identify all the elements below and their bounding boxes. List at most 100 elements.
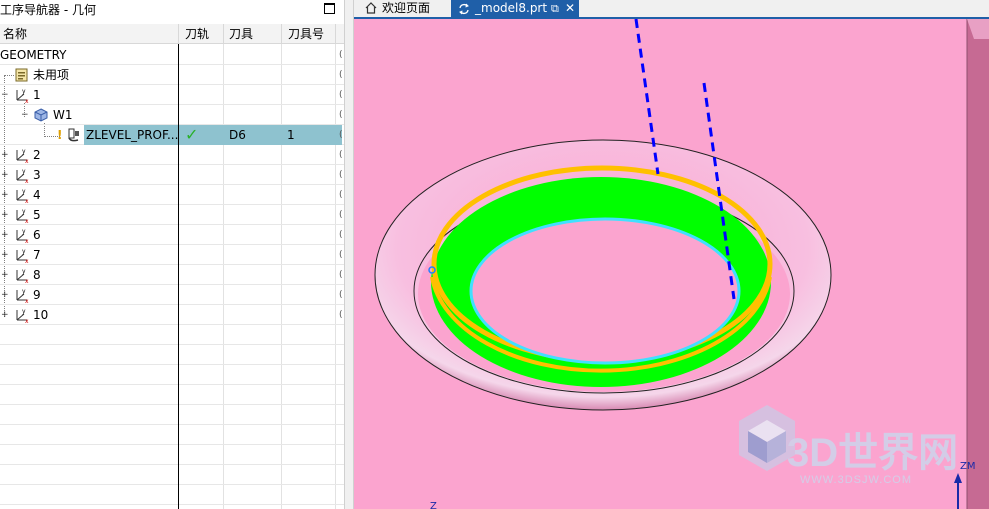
svg-text:x: x xyxy=(25,178,29,183)
column-header-tool-number[interactable]: 刀具号 xyxy=(282,24,336,44)
warning-icon: ! xyxy=(57,128,63,142)
tool-number: 1 xyxy=(287,128,295,142)
tree-label: ZLEVEL_PROF... xyxy=(86,128,179,142)
maximize-icon[interactable] xyxy=(324,3,335,14)
tree-row-mcs-2[interactable]: + yx 2 ( xyxy=(0,145,344,165)
svg-text:y: y xyxy=(22,148,26,155)
expand-icon[interactable]: + xyxy=(1,291,9,300)
mcs-icon: yx xyxy=(14,307,30,325)
tree-row-mcs-7[interactable]: + yx 7 ( xyxy=(0,245,344,265)
tab-model8-prt[interactable]: _model8.prt ⧉ ✕ xyxy=(451,0,579,19)
expand-icon[interactable]: + xyxy=(1,191,9,200)
inner-bore xyxy=(469,217,741,365)
column-header-toolpath[interactable]: 刀轨 xyxy=(179,24,224,44)
empty-row xyxy=(0,385,344,405)
tree-row-mcs-6[interactable]: + yx 6 ( xyxy=(0,225,344,245)
svg-text:x: x xyxy=(25,238,29,243)
empty-row xyxy=(0,365,344,385)
tool-name: D6 xyxy=(229,128,246,142)
workpiece-icon xyxy=(33,107,49,123)
collapse-icon[interactable]: − xyxy=(21,111,29,120)
tree-row-mcs-3[interactable]: + yx 3 ( xyxy=(0,165,344,185)
document-tab-bar: 欢迎页面 _model8.prt ⧉ ✕ xyxy=(354,0,989,19)
tree-label: 8 xyxy=(33,268,41,282)
navigator-title-bar: 工序导航器 - 几何 xyxy=(0,0,344,22)
mcs-icon: yx xyxy=(14,287,30,305)
tree-label: 9 xyxy=(33,288,41,302)
svg-text:x: x xyxy=(25,318,29,323)
operation-icon xyxy=(66,127,82,143)
panel-splitter[interactable] xyxy=(344,0,354,509)
svg-text:y: y xyxy=(22,268,26,275)
graphics-viewport[interactable]: ZM Z 3D世界网 WWW.3DSJW.COM xyxy=(354,19,989,509)
svg-text:y: y xyxy=(22,88,26,95)
tree-label: 10 xyxy=(33,308,49,322)
empty-row xyxy=(0,405,344,425)
svg-text:x: x xyxy=(25,278,29,283)
tree-label: 6 xyxy=(33,228,41,242)
home-icon xyxy=(364,1,378,20)
watermark-text: 3D世界网 xyxy=(787,431,958,475)
tree-row-mcs-1[interactable]: − yx 1 ( xyxy=(0,85,344,105)
empty-row xyxy=(0,345,344,365)
tree-label: 7 xyxy=(33,248,41,262)
axis-label-z: Z xyxy=(430,501,437,509)
toolpath-ok-icon: ✓ xyxy=(185,125,199,144)
expand-icon[interactable]: + xyxy=(1,231,9,240)
column-header-name[interactable]: 名称 xyxy=(0,24,179,44)
tree-row-zlevel-profile[interactable]: ! ZLEVEL_PROF... ✓ D6 1 ( xyxy=(0,125,344,145)
mcs-icon: yx xyxy=(14,87,30,105)
column-header-tool[interactable]: 刀具 xyxy=(224,24,282,44)
empty-row xyxy=(0,445,344,465)
watermark-url: WWW.3DSJW.COM xyxy=(800,474,912,486)
tree-label: 5 xyxy=(33,208,41,222)
svg-text:x: x xyxy=(25,158,29,163)
collapse-icon[interactable]: − xyxy=(1,91,9,100)
svg-text:y: y xyxy=(22,208,26,215)
operation-navigator-panel: 工序导航器 - 几何 名称 刀轨 刀具 刀具号 GEOMETRY (未用项 (… xyxy=(0,0,344,509)
tree-label: 2 xyxy=(33,148,41,162)
tree-row-unused[interactable]: 未用项 ( xyxy=(0,65,344,85)
svg-text:y: y xyxy=(22,248,26,255)
mcs-icon: yx xyxy=(14,207,30,225)
tab-welcome-page[interactable]: 欢迎页面 xyxy=(358,0,446,19)
tree-row-mcs-9[interactable]: + yx 9 ( xyxy=(0,285,344,305)
expand-icon[interactable]: + xyxy=(1,211,9,220)
expand-icon[interactable]: + xyxy=(1,311,9,320)
tree-row-mcs-5[interactable]: + yx 5 ( xyxy=(0,205,344,225)
tree-label: 未用项 xyxy=(33,68,70,82)
expand-icon[interactable]: + xyxy=(1,271,9,280)
block-side-face xyxy=(967,19,989,509)
svg-text:x: x xyxy=(25,198,29,203)
app-window: 工序导航器 - 几何 名称 刀轨 刀具 刀具号 GEOMETRY (未用项 (… xyxy=(0,0,989,509)
restore-icon[interactable]: ⧉ xyxy=(551,0,559,17)
empty-row xyxy=(0,325,344,345)
empty-row xyxy=(0,425,344,445)
navigator-tree: GEOMETRY ( 未用项 ( − yx 1 (− W1 (! ZLEVE… xyxy=(0,45,344,509)
axis-label-zm: ZM xyxy=(960,461,975,472)
empty-row xyxy=(0,485,344,505)
tree-row-workpiece-w1[interactable]: − W1 ( xyxy=(0,105,344,125)
svg-text:x: x xyxy=(25,258,29,263)
navigator-title: 工序导航器 - 几何 xyxy=(0,3,96,17)
tab-label: _model8.prt xyxy=(475,1,548,15)
tree-row-mcs-10[interactable]: + yx 10 ( xyxy=(0,305,344,325)
mcs-icon: yx xyxy=(14,167,30,185)
tree-label: W1 xyxy=(53,108,73,122)
tab-label: 欢迎页面 xyxy=(382,1,431,15)
close-icon[interactable]: ✕ xyxy=(565,0,575,17)
tree-row-mcs-4[interactable]: + yx 4 ( xyxy=(0,185,344,205)
expand-icon[interactable]: + xyxy=(1,151,9,160)
unused-items-icon xyxy=(14,67,30,83)
svg-text:x: x xyxy=(25,98,29,103)
mcs-icon: yx xyxy=(14,147,30,165)
tree-label: GEOMETRY xyxy=(0,48,67,62)
mcs-icon: yx xyxy=(14,227,30,245)
mcs-icon: yx xyxy=(14,187,30,205)
tree-row-mcs-8[interactable]: + yx 8 ( xyxy=(0,265,344,285)
expand-icon[interactable]: + xyxy=(1,251,9,260)
expand-icon[interactable]: + xyxy=(1,171,9,180)
tree-row-geometry[interactable]: GEOMETRY ( xyxy=(0,45,344,65)
empty-row xyxy=(0,465,344,485)
svg-text:y: y xyxy=(22,228,26,235)
